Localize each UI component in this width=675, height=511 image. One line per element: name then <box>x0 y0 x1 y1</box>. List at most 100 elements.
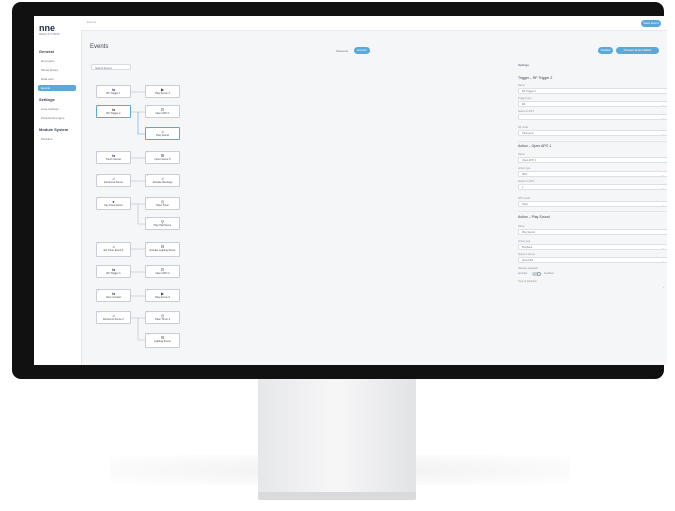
sidebar-item-data-sets[interactable]: Data sets <box>38 76 76 82</box>
action1-name-field[interactable]: Open APO 1 <box>518 157 667 163</box>
node-label: Ext Event Scene <box>104 181 123 184</box>
playback-type-label: Type of playback <box>518 280 537 283</box>
chevron-down-icon: ⌄ <box>661 173 664 177</box>
node-label: Ext Event Scene 2 <box>103 318 124 321</box>
trigger-type-select[interactable]: RF ⌄ <box>518 101 667 107</box>
chevron-down-icon: ⌄ <box>661 132 664 136</box>
page-title: Events <box>90 44 109 50</box>
node-label: Ext Timer Event A <box>103 249 124 252</box>
action-node-open-apo-2[interactable]: 7 ⊡ Open APO 2 <box>145 265 180 278</box>
properties-tab[interactable]: Settings <box>518 63 529 67</box>
view-toggle-label[interactable]: Sessions <box>336 49 348 53</box>
app-logo: nne <box>39 23 56 33</box>
action2-section-title: Action – Play Sound <box>518 215 550 219</box>
node-number: 5 <box>98 198 100 200</box>
action-node-open-apo-1[interactable]: 2 ⊡ Open APO 1 <box>145 105 180 118</box>
node-number: 9 <box>147 312 149 314</box>
node-label: Activate Message <box>152 181 173 184</box>
node-label: RF Trigger 2 <box>106 112 121 115</box>
rft-select[interactable]: ⌄ <box>518 114 667 120</box>
random-playback-on-label: Enabled <box>518 272 528 275</box>
sidebar-item-modules[interactable]: Modules <box>38 136 76 142</box>
sidebar-item-peripheral-engine[interactable]: Peripheral engine <box>38 115 76 121</box>
trigger-node-door-contact[interactable]: 8 ⇆ Door Contact <box>96 289 131 302</box>
node-label: Touch Sensor <box>105 158 122 161</box>
monitor-stand <box>258 379 416 494</box>
action-node-play-sound[interactable]: 3 ♫ Play Sound <box>145 127 180 140</box>
source-select[interactable]: Sound file ⌄ <box>518 257 667 263</box>
action-node-lighting-scene[interactable]: 10 ⊟ Lighting Scene <box>145 333 180 348</box>
preview-editor-button[interactable]: Preview Event Editor <box>616 47 659 54</box>
action-node-play-scene-6[interactable]: 8 ▶ Play Scene 6 <box>145 289 180 302</box>
field-value: Open APO 1 <box>522 159 537 162</box>
node-number: 6 <box>147 218 149 220</box>
node-number: 4 <box>147 175 149 177</box>
rf-mode-select[interactable]: Channel A ⌄ <box>518 130 667 136</box>
trigger-node-key-press[interactable]: 5 ● Key Press Event <box>96 197 131 210</box>
apo-mode-select[interactable]: Open ⌄ <box>518 201 667 207</box>
action-node-play-scene-4[interactable]: 1 ▶ Play Scene 4 <box>145 85 180 98</box>
node-number: 3 <box>147 152 149 154</box>
trigger-node-rf-trigger-3[interactable]: 7 ⇆ RF Trigger 3 <box>96 265 131 278</box>
trigger-node-touch-sensor[interactable]: 3 ⇆ Touch Sensor <box>96 151 131 164</box>
node-label: Open Scene 5 <box>154 158 171 161</box>
divider <box>518 211 667 212</box>
trigger-node-rf-trigger-2[interactable]: 2 ⇆ RF Trigger 2 <box>96 105 131 118</box>
field-value: APO <box>522 173 528 176</box>
publish-button[interactable]: Publish <box>598 47 613 54</box>
sidebar-item-model-library[interactable]: Model library <box>38 67 76 73</box>
chevron-down-icon: ⌄ <box>661 246 664 250</box>
node-number: 4 <box>98 175 100 177</box>
node-number: 3 <box>147 128 149 130</box>
node-number: 3 <box>98 152 100 154</box>
sidebar-item-area-settings[interactable]: Area settings <box>38 106 76 112</box>
field-label: Name <box>518 84 525 87</box>
action-node-open-scene-5[interactable]: 3 ⊞ Open Scene 5 <box>145 151 180 164</box>
action-node-activate-message[interactable]: 4 ♫ Activate Message <box>145 174 180 187</box>
node-label: Lighting Scene <box>154 340 171 343</box>
node-number: 1 <box>98 86 100 88</box>
view-toggle-pill[interactable]: Events <box>354 47 370 54</box>
field-label: APO mode <box>518 197 531 200</box>
random-playback-toggle[interactable] <box>532 272 541 276</box>
action-node-play-hall-scene[interactable]: 6 ⚲ Play Hall Scene <box>145 217 180 230</box>
field-value: Sound file <box>522 259 534 262</box>
apo-select[interactable]: 1 ⌄ <box>518 184 667 190</box>
action1-type-select[interactable]: APO ⌄ <box>518 171 667 177</box>
trigger-name-field[interactable]: RF Trigger 2 <box>518 88 667 94</box>
field-value: Open <box>522 203 529 206</box>
field-value: 1 <box>522 186 524 189</box>
field-label: Select an RFT <box>518 110 534 113</box>
sidebar-item-ex-project[interactable]: Ex-project <box>38 58 76 64</box>
trigger-section-title: Trigger – RF Trigger 2 <box>518 76 553 80</box>
trigger-node-ext-timer-event-a[interactable]: 6 ♫ Ext Timer Event A <box>96 242 131 257</box>
sidebar-section-module-system: Module System <box>39 127 69 132</box>
trigger-node-rf-trigger-1[interactable]: 1 ⇆ RF Trigger 1 <box>96 85 131 98</box>
playback-type-select[interactable]: ⌄ <box>518 284 667 290</box>
save-event-button[interactable]: Save Event <box>641 20 661 27</box>
chevron-down-icon: ⌄ <box>661 116 664 120</box>
action-node-activate-lighting-scene[interactable]: 6 ⊟ Activate Lighting Scene <box>145 242 180 257</box>
node-number: 7 <box>98 266 100 268</box>
field-value: Playback <box>522 246 533 249</box>
trigger-node-ext-event-scene-2[interactable]: 9 ♫ Ext Event Scene 2 <box>96 311 131 324</box>
field-value: Channel A <box>522 132 534 135</box>
action-node-open-timer-2[interactable]: 9 ◷ Open Timer 2 <box>145 311 180 324</box>
chevron-down-icon: ⌄ <box>661 103 664 107</box>
node-number: 10 <box>147 334 150 336</box>
trigger-node-ext-event-scene[interactable]: 4 ♫ Ext Event Scene <box>96 174 131 187</box>
sidebar-section-general: General <box>39 49 54 54</box>
breadcrumb[interactable]: Events <box>87 20 96 24</box>
node-label: Activate Lighting Scene <box>149 249 176 252</box>
action-node-open-timer[interactable]: 5 ◷ Open Timer <box>145 197 180 210</box>
node-number: 2 <box>147 106 149 108</box>
toggle-knob <box>537 272 541 276</box>
action2-name-field[interactable]: Play Sound <box>518 229 667 235</box>
node-label: Open APO 1 <box>155 112 170 115</box>
node-number: 6 <box>147 243 149 245</box>
field-label: Name <box>518 153 525 156</box>
field-label: Select an APO <box>518 180 535 183</box>
action2-type-select[interactable]: Playback ⌄ <box>518 244 667 250</box>
sidebar-item-events[interactable]: Events <box>38 85 76 91</box>
field-value: Play Sound <box>522 231 535 234</box>
